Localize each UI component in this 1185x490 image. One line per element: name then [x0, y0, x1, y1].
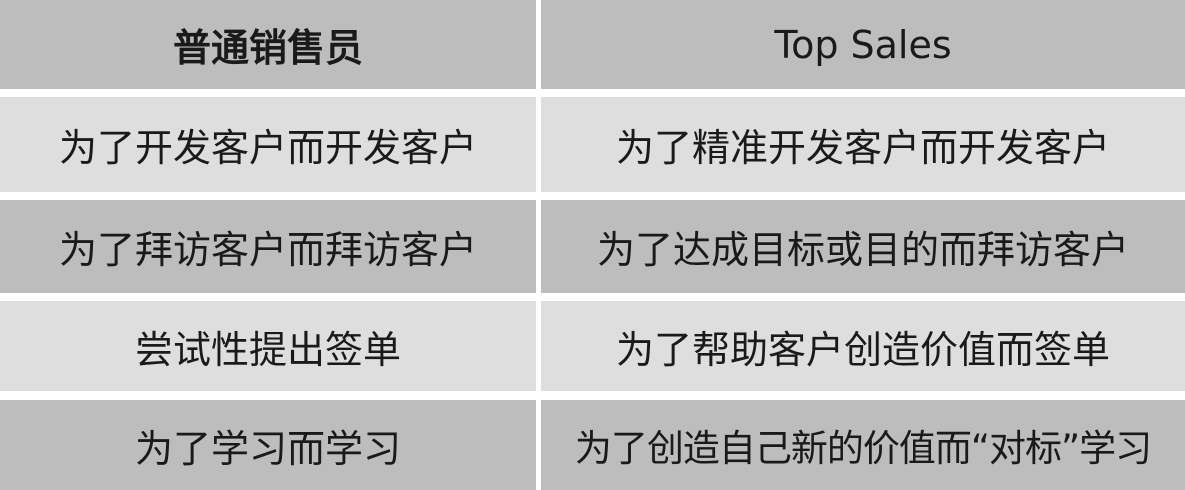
table-cell-ordinary: 尝试性提出签单 [0, 301, 536, 391]
table-row: 为了拜访客户而拜访客户 为了达成目标或目的而拜访客户 [0, 200, 1185, 293]
table-cell-ordinary: 为了拜访客户而拜访客户 [0, 200, 536, 293]
table-cell-ordinary: 为了学习而学习 [0, 400, 536, 490]
table-cell-top-sales: 为了达成目标或目的而拜访客户 [541, 200, 1185, 293]
table-cell-ordinary: 为了开发客户而开发客户 [0, 97, 536, 192]
table-cell-top-sales: 为了创造自己新的价值而“对标”学习 [541, 400, 1185, 490]
comparison-table: 普通销售员 Top Sales 为了开发客户而开发客户 为了精准开发客户而开发客… [0, 0, 1185, 490]
header-top-sales: Top Sales [541, 0, 1185, 89]
header-ordinary-sales: 普通销售员 [0, 0, 536, 89]
table-header-row: 普通销售员 Top Sales [0, 0, 1185, 89]
table-cell-top-sales: 为了帮助客户创造价值而签单 [541, 301, 1185, 391]
table-row: 为了学习而学习 为了创造自己新的价值而“对标”学习 [0, 400, 1185, 490]
table-row: 尝试性提出签单 为了帮助客户创造价值而签单 [0, 301, 1185, 391]
table-cell-top-sales: 为了精准开发客户而开发客户 [541, 97, 1185, 192]
table-row: 为了开发客户而开发客户 为了精准开发客户而开发客户 [0, 97, 1185, 192]
